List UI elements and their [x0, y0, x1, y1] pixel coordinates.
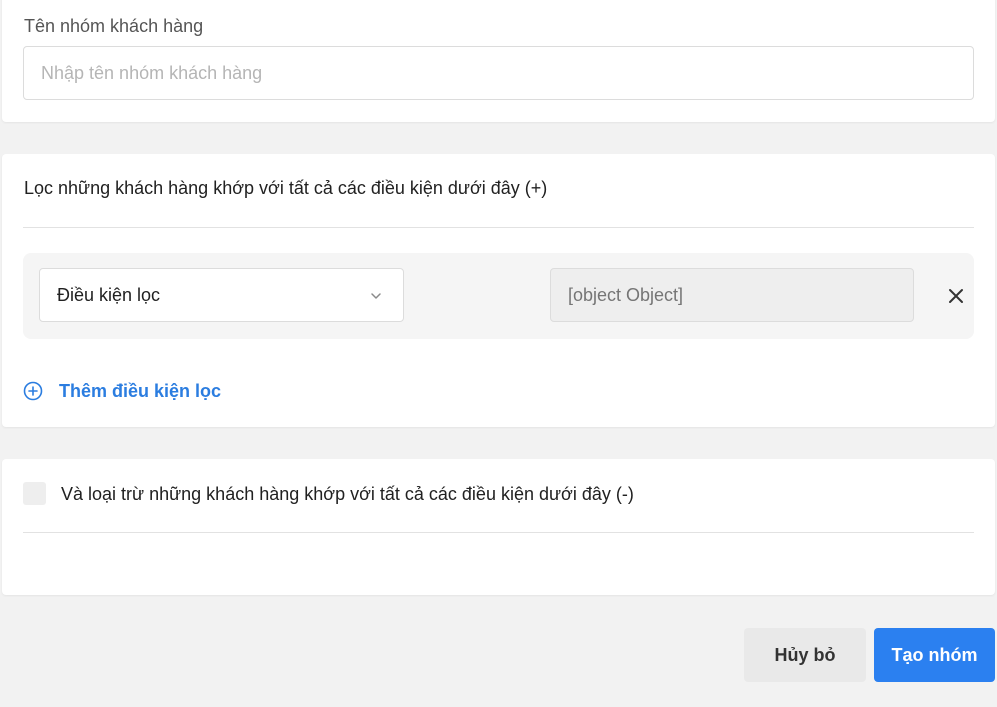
exclude-divider [23, 532, 974, 533]
exclude-section-title: Và loại trừ những khách hàng khớp với tấ… [61, 484, 634, 504]
include-filter-card: Lọc những khách hàng khớp với tất cả các… [2, 154, 995, 427]
filter-condition-row: Điều kiện lọc [23, 253, 974, 339]
exclude-filter-card: Và loại trừ những khách hàng khớp với tấ… [2, 459, 995, 595]
add-filter-label: Thêm điều kiện lọc [59, 380, 222, 401]
add-filter-button[interactable]: Thêm điều kiện lọc [23, 378, 221, 404]
plus-circle-icon [23, 381, 43, 401]
group-name-input[interactable] [23, 46, 974, 100]
group-name-card: Tên nhóm khách hàng [2, 0, 995, 122]
exclude-checkbox[interactable] [23, 482, 46, 505]
group-name-label: Tên nhóm khách hàng [24, 16, 204, 36]
include-section-title: Lọc những khách hàng khớp với tất cả các… [24, 178, 548, 198]
filter-condition-select[interactable]: Điều kiện lọc [39, 268, 404, 322]
cancel-button[interactable]: Hủy bỏ [744, 628, 866, 682]
create-group-button[interactable]: Tạo nhóm [874, 628, 995, 682]
filter-value-input[interactable] [550, 268, 914, 322]
chevron-down-icon [371, 293, 381, 299]
include-divider [23, 227, 974, 228]
close-icon[interactable] [947, 287, 965, 305]
filter-condition-select-value: Điều kiện lọc [57, 285, 161, 305]
